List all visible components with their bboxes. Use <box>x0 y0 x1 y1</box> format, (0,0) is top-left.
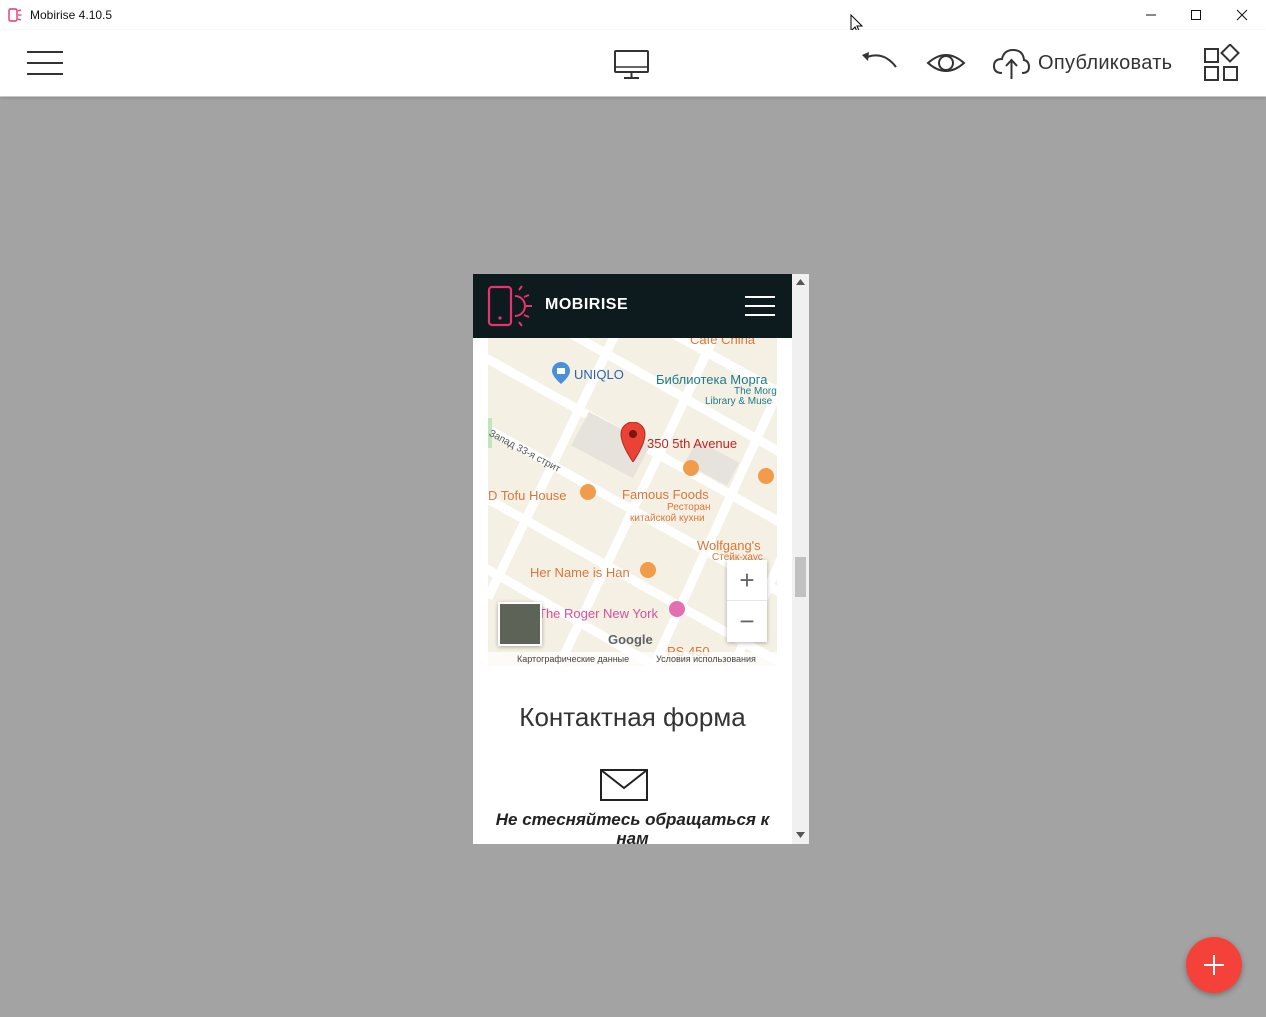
google-map[interactable]: UNIQLO Cafe China Библиотека Морга The M… <box>488 338 777 666</box>
zoom-out-button[interactable]: − <box>727 601 767 641</box>
map-label-hername: Her Name is Han <box>530 565 630 580</box>
maximize-icon <box>1191 10 1201 20</box>
undo-icon <box>862 52 897 68</box>
section-title: Контактная форма <box>519 702 746 732</box>
main-toolbar: Опубликовать <box>0 30 1266 97</box>
location-marker-icon[interactable] <box>620 422 646 462</box>
lead-text: Не стесняйтесь обращаться к нам <box>495 810 770 844</box>
preview-scrollbar[interactable] <box>792 274 809 844</box>
map-label-famous: Famous Foods <box>622 487 709 502</box>
shopping-pin-icon <box>552 362 570 384</box>
map-label-uniqlo: UNIQLO <box>574 367 624 382</box>
menu-button[interactable] <box>26 48 64 78</box>
device-preview-button[interactable] <box>612 46 652 82</box>
minimize-icon <box>1146 14 1156 16</box>
map-label-pin: 350 5th Avenue <box>647 436 738 451</box>
map-zoom-controls: + − <box>727 560 767 642</box>
publish-label: Опубликовать <box>1038 51 1173 74</box>
cloud-upload-icon <box>992 48 1030 79</box>
zoom-in-button[interactable]: + <box>727 560 767 601</box>
google-logo: Google <box>608 632 653 647</box>
restaurant-pin-icon <box>580 484 596 500</box>
mobile-preview-frame: MOBIRISE UNIQLO Cafe China Библиотека Мо… <box>473 274 809 844</box>
close-icon <box>1236 9 1248 21</box>
scroll-up-icon[interactable] <box>796 279 805 285</box>
scroll-down-icon[interactable] <box>796 832 805 838</box>
maximize-button[interactable] <box>1173 0 1219 30</box>
brand-logo-icon <box>487 285 532 327</box>
plus-icon <box>1204 955 1224 975</box>
window-titlebar: Mobirise 4.10.5 <box>0 0 1266 30</box>
map-label-cafe: Cafe China <box>690 338 756 347</box>
map-label-roger: The Roger New York <box>538 606 658 621</box>
blocks-button[interactable] <box>1200 44 1242 82</box>
undo-button[interactable] <box>858 48 900 78</box>
hotel-pin-icon <box>669 601 685 617</box>
map-label-wolfgang: Wolfgang's <box>697 538 761 553</box>
close-button[interactable] <box>1219 0 1265 30</box>
restaurant-pin-icon <box>640 562 656 578</box>
restaurant-pin-icon <box>683 460 699 476</box>
desktop-icon <box>614 50 649 79</box>
map-label-tofu: D Tofu House <box>488 488 567 503</box>
add-block-button[interactable] <box>1186 937 1242 993</box>
site-navbar: MOBIRISE <box>473 274 792 338</box>
satellite-toggle[interactable] <box>498 602 542 646</box>
envelope-icon <box>600 769 648 801</box>
hamburger-icon <box>27 51 63 75</box>
publish-button[interactable]: Опубликовать <box>992 44 1172 82</box>
app-icon <box>8 8 22 22</box>
restaurant-pin-icon <box>758 468 774 484</box>
site-hamburger-icon[interactable] <box>744 295 776 317</box>
map-label-library-en2: Library & Muse <box>705 396 773 407</box>
map-data-link[interactable]: Картографические данные <box>517 654 629 664</box>
map-label-famous-sub1: Ресторан <box>667 502 711 513</box>
terms-link[interactable]: Условия использования <box>656 654 756 664</box>
minimize-button[interactable] <box>1128 0 1174 30</box>
map-attribution: Картографические данные Условия использо… <box>488 652 777 666</box>
brand-name[interactable]: MOBIRISE <box>545 296 628 314</box>
map-label-library-ru: Библиотека Морга <box>656 372 768 387</box>
window-title: Mobirise 4.10.5 <box>30 8 113 22</box>
preview-button[interactable] <box>925 48 967 78</box>
blocks-icon <box>1204 44 1240 81</box>
eye-icon <box>926 54 966 72</box>
scroll-thumb[interactable] <box>795 557 806 597</box>
map-label-famous-sub2: китайской кухни <box>630 513 705 524</box>
